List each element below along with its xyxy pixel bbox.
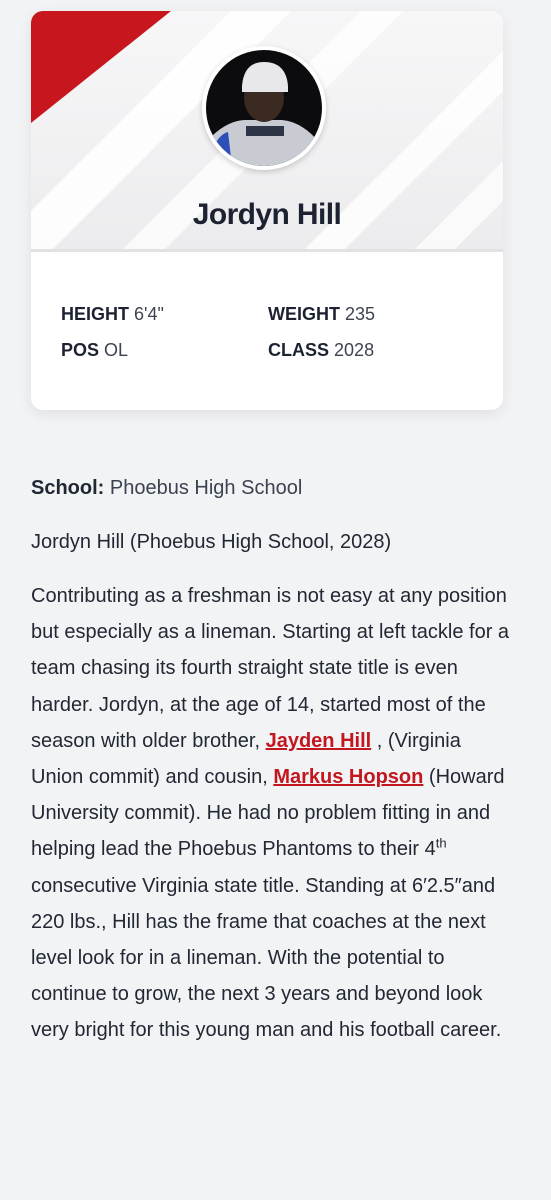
school-label: School: [31, 477, 105, 499]
intro-paragraph: Jordyn Hill (Phoebus High School, 2028) [31, 531, 392, 553]
stat-pos: POS OL [61, 340, 128, 361]
stat-label: POS [61, 340, 100, 360]
markus-hopson-link[interactable]: Markus Hopson [273, 766, 423, 788]
card-header: Jordyn Hill [31, 11, 503, 251]
stat-weight: WEIGHT 235 [268, 304, 375, 325]
player-name: Jordyn Hill [192, 198, 342, 231]
school-value: Phoebus High School [109, 477, 303, 499]
article-content: School: Phoebus High School Jordyn Hill … [31, 470, 511, 1049]
player-photo [206, 50, 322, 166]
stat-label: WEIGHT [268, 304, 340, 324]
jayden-hill-link[interactable]: Jayden Hill [266, 730, 372, 752]
stat-value: 2028 [334, 340, 375, 360]
stat-value: 235 [345, 304, 376, 324]
player-avatar [202, 46, 326, 170]
body-text: Contributing as a freshman is not easy a… [31, 585, 510, 752]
stat-value: 6'4" [134, 304, 164, 324]
ordinal-suffix: th [435, 835, 447, 851]
stat-label: CLASS [268, 340, 330, 360]
stat-label: HEIGHT [61, 304, 130, 324]
body-text: consecutive Virginia state title. Standi… [31, 874, 502, 1042]
player-card: Jordyn Hill HEIGHT 6'4" WEIGHT 235 POS O… [31, 11, 503, 410]
body-paragraph: Contributing as a freshman is not easy a… [31, 578, 511, 1049]
school-line: School: Phoebus High School [31, 470, 511, 506]
stat-value: OL [104, 340, 129, 360]
stat-class: CLASS 2028 [268, 340, 374, 361]
card-divider [31, 249, 503, 252]
stat-height: HEIGHT 6'4" [61, 304, 164, 325]
